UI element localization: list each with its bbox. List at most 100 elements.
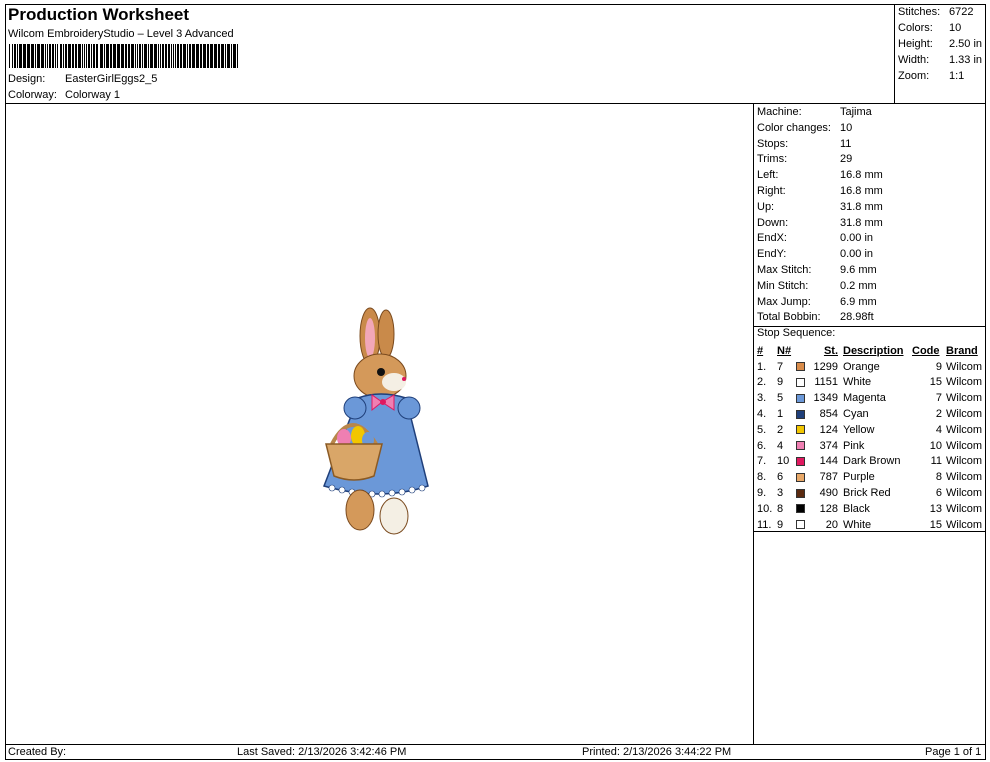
color-swatch	[796, 488, 805, 498]
barcode-bar	[12, 44, 13, 68]
barcode-bar	[168, 44, 170, 68]
barcode-bar	[131, 44, 134, 68]
summary-label: Height:	[898, 38, 933, 50]
row-code: 4	[935, 423, 942, 436]
barcode-bar	[233, 44, 236, 68]
barcode-bar	[35, 44, 36, 68]
barcode-bar	[148, 44, 149, 68]
col-code: Code	[912, 344, 940, 357]
machine-info-value: 16.8 mm	[840, 169, 883, 182]
machine-info-value: 28.98ft	[840, 311, 874, 324]
machine-info-label: Max Jump:	[757, 295, 811, 308]
row-stitches: 128	[819, 502, 838, 515]
footer-printed: Printed: 2/13/2026 3:44:22 PM	[582, 746, 732, 758]
row-needle: 10	[777, 455, 790, 468]
machine-info-label: Stops:	[757, 137, 789, 150]
barcode-bar	[23, 44, 26, 68]
col-stitches: St.	[823, 344, 838, 357]
row-description: White	[843, 376, 872, 389]
barcode-bar	[121, 44, 124, 68]
row-index: 3.	[757, 392, 767, 405]
barcode-bar	[144, 44, 147, 68]
sleeve	[397, 396, 421, 420]
stop-sequence-heading: Stop Sequence:	[757, 327, 836, 339]
color-swatch	[796, 425, 805, 435]
barcode-bar	[183, 44, 186, 68]
machine-info-value: Tajima	[840, 106, 872, 118]
stop-row: 11. 9 20 White 15 Wilcom	[757, 517, 982, 533]
barcode-bar	[47, 44, 48, 68]
row-stitches: 854	[819, 408, 838, 421]
machine-info-label: Right:	[757, 185, 786, 197]
barcode-bar	[225, 44, 226, 68]
row-description: Yellow	[843, 423, 875, 436]
leg	[345, 489, 375, 531]
row-stitches: 1299	[813, 360, 838, 373]
stop-row: 6. 4 374 Pink 10 Wilcom	[757, 438, 982, 454]
machine-info-value: 9.6 mm	[840, 264, 877, 276]
colorway-value: Colorway 1	[65, 89, 121, 101]
barcode-bar	[125, 44, 127, 68]
row-needle: 9	[777, 376, 784, 389]
row-description: Orange	[843, 360, 880, 373]
barcode-bar	[137, 44, 138, 68]
machine-info-value: 0.2 mm	[840, 279, 877, 292]
barcode-bar	[100, 44, 103, 68]
footer-frame	[5, 744, 986, 760]
row-index: 4.	[757, 408, 767, 421]
barcode-bar	[91, 44, 92, 68]
row-needle: 5	[777, 392, 784, 405]
machine-info-label: Max Stitch:	[757, 264, 812, 276]
barcode-bar	[207, 44, 209, 68]
row-stitches: 490	[819, 487, 838, 500]
row-swatch	[796, 501, 808, 517]
barcode-bar	[221, 44, 224, 68]
row-code: 2	[935, 408, 942, 421]
machine-info-label: Left:	[757, 169, 779, 182]
row-swatch	[796, 359, 808, 375]
row-description: White	[843, 518, 872, 531]
row-needle: 9	[777, 518, 784, 531]
row-description: Brick Red	[843, 487, 891, 500]
color-swatch	[796, 362, 805, 372]
machine-info-value: 10	[840, 121, 853, 134]
row-index: 7.	[757, 455, 767, 468]
row-brand: Wilcom	[946, 376, 983, 389]
row-swatch	[796, 485, 808, 501]
machine-info-label: EndX:	[757, 232, 787, 245]
summary-value: 10	[949, 22, 962, 34]
barcode-bar	[162, 44, 164, 68]
machine-info-value: 31.8 mm	[840, 200, 883, 213]
machine-info-label: Down:	[757, 216, 789, 229]
stop-row: 3. 5 1349 Magenta 7 Wilcom	[757, 390, 982, 406]
barcode-bar	[9, 44, 10, 68]
row-description: Cyan	[843, 408, 869, 421]
machine-info-label: Trims:	[757, 153, 788, 166]
row-code: 13	[929, 502, 942, 515]
row-brand: Wilcom	[946, 392, 983, 405]
row-index: 11.	[757, 518, 772, 531]
machine-info-label: Up:	[757, 200, 775, 213]
basket	[325, 443, 383, 481]
barcode-bar	[139, 44, 141, 68]
row-needle: 8	[777, 502, 784, 515]
row-brand: Wilcom	[946, 487, 983, 500]
col-swatch	[796, 343, 808, 359]
row-index: 2.	[757, 376, 767, 389]
barcode-bar	[55, 44, 56, 68]
row-needle: 4	[777, 439, 784, 452]
machine-info-value: 0.00 in	[840, 232, 874, 245]
row-stitches: 124	[819, 423, 838, 436]
machine-info-label: Color changes:	[757, 121, 831, 134]
row-code: 7	[935, 392, 942, 405]
barcode-bar	[84, 44, 85, 68]
barcode-bar	[135, 44, 136, 68]
barcode-bar	[65, 44, 67, 68]
barcode-bar	[177, 44, 179, 68]
machine-info-label: Total Bobbin:	[757, 311, 821, 324]
row-needle: 1	[777, 408, 784, 421]
row-swatch	[796, 454, 808, 470]
barcode-bar	[27, 44, 30, 68]
barcode-bar	[93, 44, 95, 68]
row-brand: Wilcom	[946, 423, 983, 436]
